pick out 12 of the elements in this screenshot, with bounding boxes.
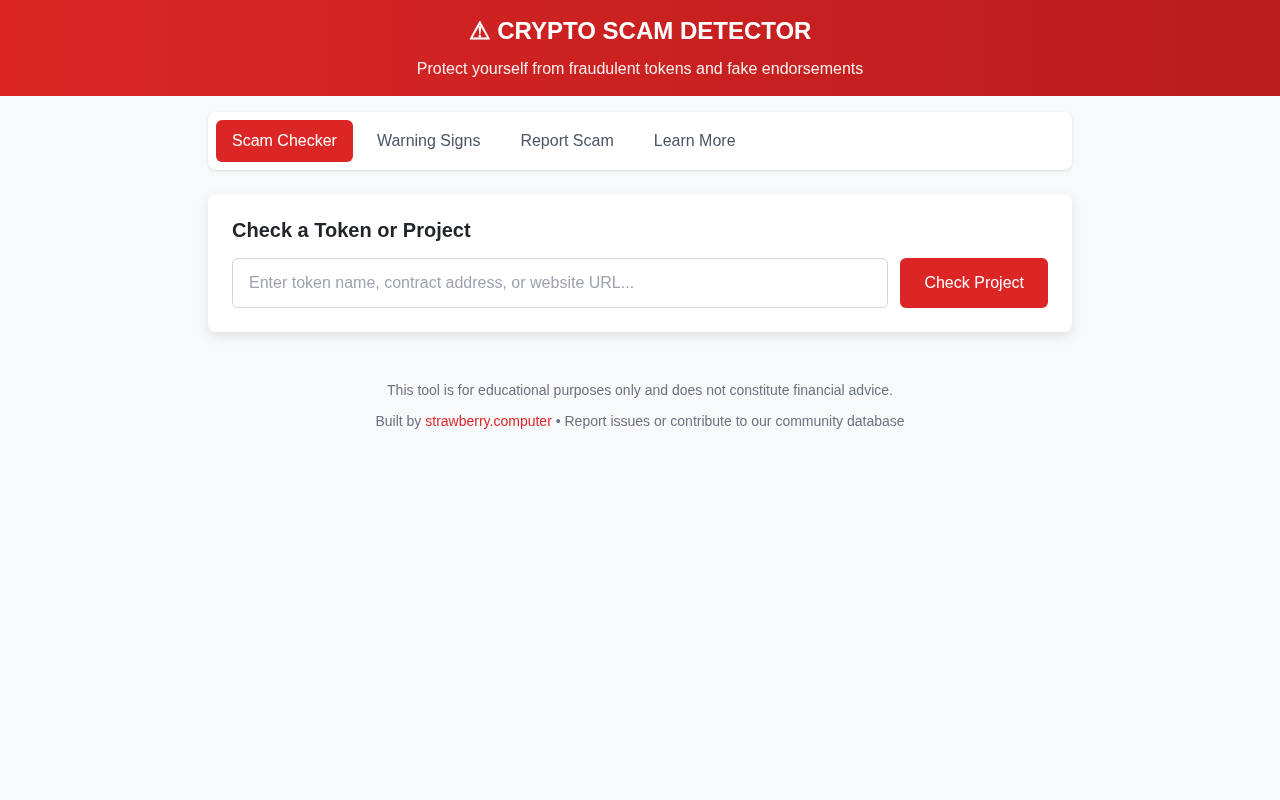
card-heading: Check a Token or Project <box>232 218 472 242</box>
nav-tab[interactable]: Scam Checker <box>216 120 353 162</box>
credit-link[interactable]: strawberry.computer <box>425 413 552 429</box>
app-title: ⚠ CRYPTO SCAM DETECTOR <box>467 17 813 46</box>
nav-tab[interactable]: Report Scam <box>504 120 630 162</box>
credit-text: Built by strawberry.computer • Report issues or contribute to our community database <box>374 412 906 431</box>
nav-tab[interactable]: Learn More <box>637 120 752 162</box>
search-field[interactable]: Enter token name, contract address, or website URL... <box>232 258 889 308</box>
disclaimer-text: This tool is for educational purposes only and does not constitute financial advice. <box>386 381 894 400</box>
nav-tab[interactable]: Warning Signs <box>360 120 497 162</box>
check-project-button[interactable]: Check Project <box>900 258 1048 308</box>
app-subtitle: Protect yourself from fraudulent tokens and fake endorsements <box>415 58 865 79</box>
